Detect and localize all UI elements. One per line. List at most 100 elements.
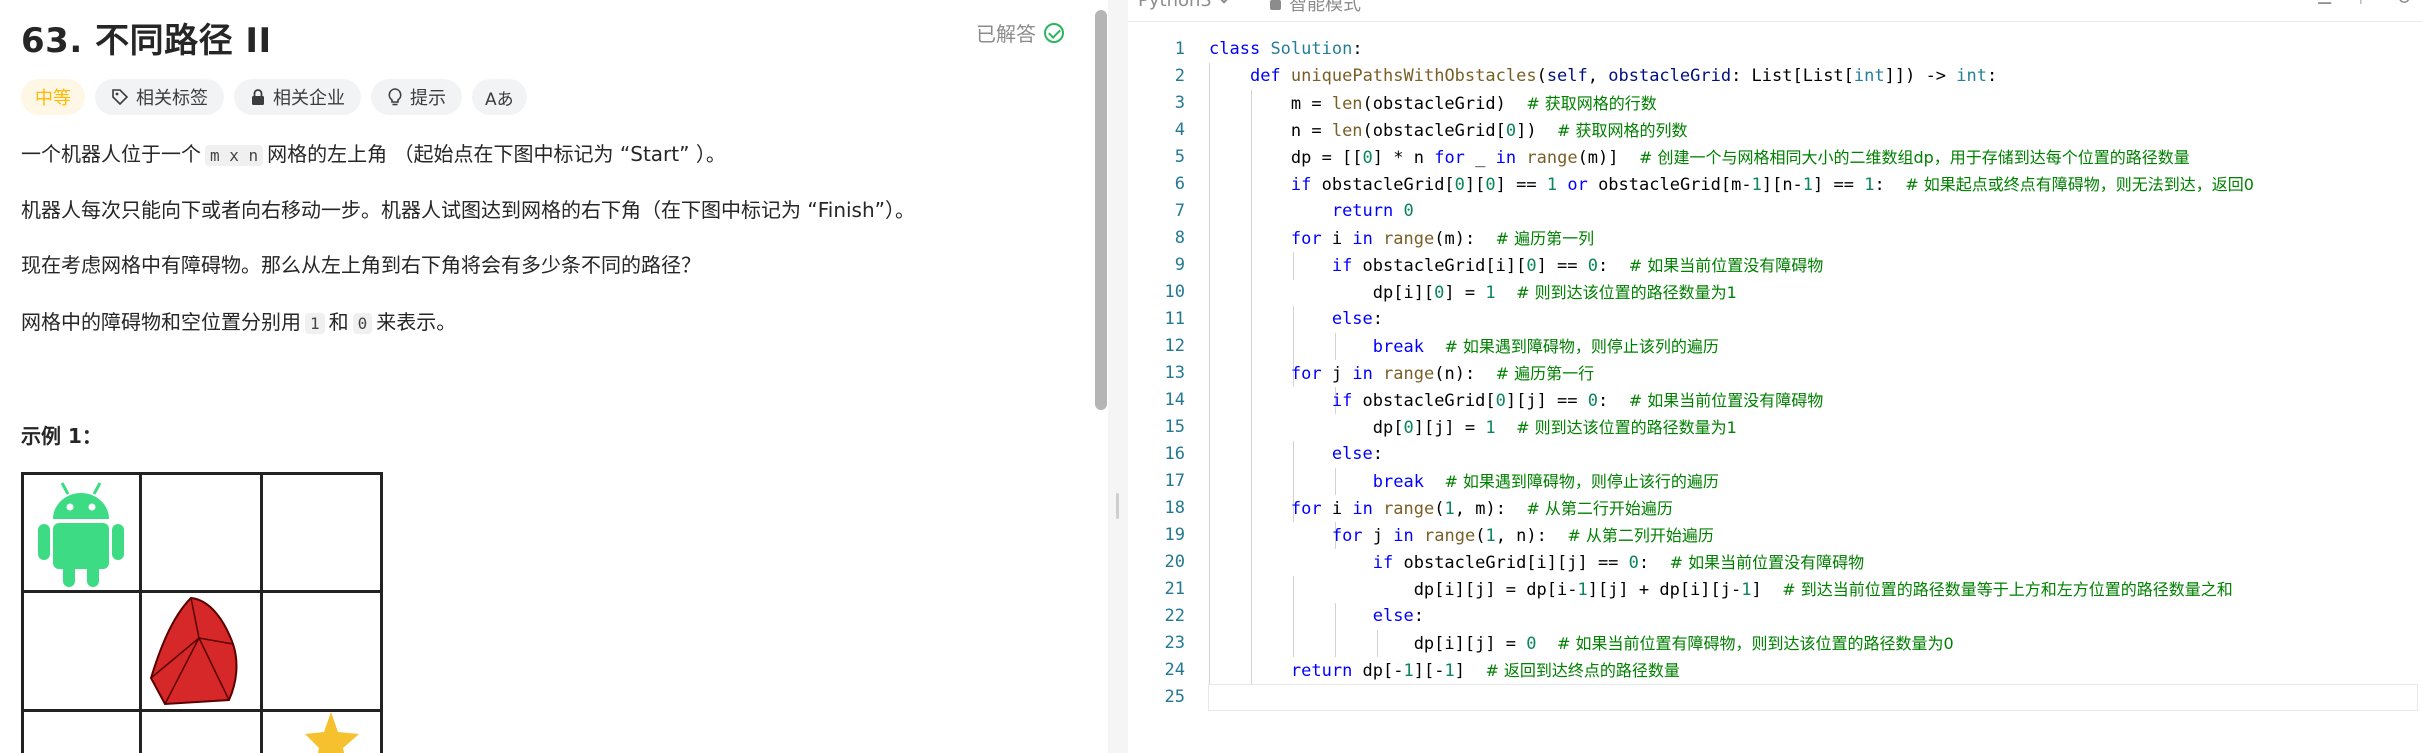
code-line: dp[i][j] = 0 # 如果当前位置有障碍物，则到达该位置的路径数量为0 [1209,634,1954,654]
panel-resize-handle[interactable] [1108,0,1128,753]
robot-icon [38,482,124,587]
example-title: 示例 1： [21,424,102,448]
smart-mode-toggle[interactable]: 智能模式 [1270,0,1361,16]
resize-grip[interactable] [1116,493,1119,519]
tag-icon [112,89,129,106]
code-line: for i in range(m): # 遍历第一列 [1290,229,1595,249]
problem-title: 63. 不同路径 II [21,21,272,61]
text: 和 [328,310,349,334]
hint-button[interactable]: 提示 [371,79,462,115]
difficulty-label: 中等 [35,88,71,109]
code-line: if obstacleGrid[i][0] == 0: # 如果当前位置没有障碍… [1331,256,1824,276]
code-line: else: [1331,309,1384,329]
line-number: 4 [1174,120,1185,140]
related-tags-label: 相关标签 [136,88,208,109]
line-number: 10 [1164,282,1185,302]
line-number: 7 [1174,201,1185,221]
line-number: 17 [1164,471,1185,491]
related-tags-button[interactable]: 相关标签 [95,79,224,115]
description-paragraph-2: 机器人每次只能向下或者向右移动一步。机器人试图达到网格的右下角（在下图中标记为 … [21,196,915,224]
related-companies-button[interactable]: 相关企业 [234,79,361,115]
line-number: 11 [1164,309,1185,329]
code-line: for i in range(1, m): # 从第二行开始遍历 [1290,499,1673,519]
bookmark-icon[interactable]: ⚑ [2357,0,2373,9]
code-line: class Solution: [1209,39,1363,59]
difficulty-badge: 中等 [21,79,85,115]
line-number: 6 [1174,174,1185,194]
lock-icon [252,89,264,105]
solved-status: 已解答 [976,18,1064,47]
text: 网格的左上角 （起始点在下图中标记为 “Start” ）。 [267,142,726,166]
code-line: dp[i][0] = 1 # 则到达该位置的路径数量为1 [1209,283,1737,303]
line-number: 3 [1174,93,1185,113]
text: 来表示。 [376,310,457,334]
code-line: break # 如果遇到障碍物，则停止该列的遍历 [1372,337,1719,357]
language-select[interactable]: Python3 [1138,0,1230,11]
code-line: for j in range(1, n): # 从第二列开始遍历 [1331,526,1714,546]
line-number: 19 [1164,525,1185,545]
smart-mode-label: 智能模式 [1289,0,1361,15]
hint-label: 提示 [410,88,446,109]
code-line: else: [1372,606,1424,626]
code-line: dp = [[0] * n for _ in range(m)] # 创建一个与… [1209,148,2190,168]
current-line-highlight [1208,684,2418,711]
line-number: 8 [1174,228,1185,248]
check-circle-icon [1044,22,1064,43]
text: 网格中的障碍物和空位置分别用 [21,310,301,334]
text: 机器人每次只能向下或者向右移动一步。机器人试图达到网格的右下角（在下图中标记为 … [21,198,916,222]
line-number: 9 [1174,255,1185,275]
code-line: if obstacleGrid[0][0] == 1 or obstacleGr… [1290,175,2254,195]
inline-code: 0 [352,313,373,334]
format-icon[interactable]: ☰ [2317,0,2333,9]
translate-icon: Aあ [485,89,514,110]
lightbulb-icon [388,88,402,106]
code-line: if obstacleGrid[i][j] == 0: # 如果当前位置没有障碍… [1372,553,1865,573]
text: 一个机器人位于一个 [21,142,201,166]
grid-line [21,472,24,753]
line-number: 23 [1164,633,1185,653]
editor-actions: ☰ ⚑ ↺ [2317,0,2412,9]
lock-icon [1270,0,1281,10]
code-line: if obstacleGrid[0][j] == 0: # 如果当前位置没有障碍… [1331,391,1824,411]
editor-toolbar: Python3 智能模式 ☰ ⚑ ↺ [1128,0,2422,22]
code-line: dp[0][j] = 1 # 则到达该位置的路径数量为1 [1209,418,1737,438]
translate-button[interactable]: Aあ [472,79,527,115]
code-line: break # 如果遇到障碍物，则停止该行的遍历 [1372,472,1719,492]
obstacle-rock-icon [149,596,238,706]
code-line: return dp[-1][-1] # 返回到达终点的路径数量 [1290,661,1680,681]
line-number: 2 [1174,66,1185,86]
related-companies-label: 相关企业 [273,88,345,109]
line-number: 24 [1164,660,1185,680]
example-grid-image [21,472,383,753]
grid-line [21,472,383,475]
description-paragraph-1: 一个机器人位于一个 m x n 网格的左上角 （起始点在下图中标记为 “Start”… [21,140,726,170]
code-line: return 0 [1331,201,1414,221]
grid-line [380,472,383,753]
line-number: 25 [1164,687,1185,707]
solved-label: 已解答 [976,22,1036,46]
line-number: 5 [1174,147,1185,167]
line-number: 16 [1164,444,1185,464]
code-editor[interactable]: Python3 智能模式 ☰ ⚑ ↺ 1 2 3 4 5 6 7 [1128,0,2422,753]
line-number: 21 [1164,579,1185,599]
text: 现在考虑网格中有障碍物。那么从左上角到右下角将会有多少条不同的路径？ [21,253,701,277]
line-number: 15 [1164,417,1185,437]
description-paragraph-4: 网格中的障碍物和空位置分别用 1 和 0 来表示。 [21,308,456,338]
tag-bar: 中等 相关标签 相关企业 提示 Aあ [21,79,527,115]
code-line: m = len(obstacleGrid) # 获取网格的行数 [1209,94,1657,114]
line-number: 18 [1164,498,1185,518]
line-number: 1 [1174,39,1185,59]
reset-icon[interactable]: ↺ [2397,0,2412,9]
problem-scrollbar[interactable] [1095,10,1107,410]
line-number: 12 [1164,336,1185,356]
description-paragraph-3: 现在考虑网格中有障碍物。那么从左上角到右下角将会有多少条不同的路径？ [21,251,701,279]
line-number: 14 [1164,390,1185,410]
problem-panel: 63. 不同路径 II 已解答 中等 相关标签 相关企业 提示 Aあ 一个机器人… [0,0,1092,753]
line-number: 13 [1164,363,1185,383]
chevron-down-icon [1218,0,1230,4]
code-line: else: [1331,444,1384,464]
inline-code: m x n [205,145,264,166]
code-line: def uniquePathsWithObstacles(self, obsta… [1249,66,1998,86]
line-number: 22 [1164,606,1185,626]
code-line: for j in range(n): # 遍历第一行 [1290,364,1595,384]
